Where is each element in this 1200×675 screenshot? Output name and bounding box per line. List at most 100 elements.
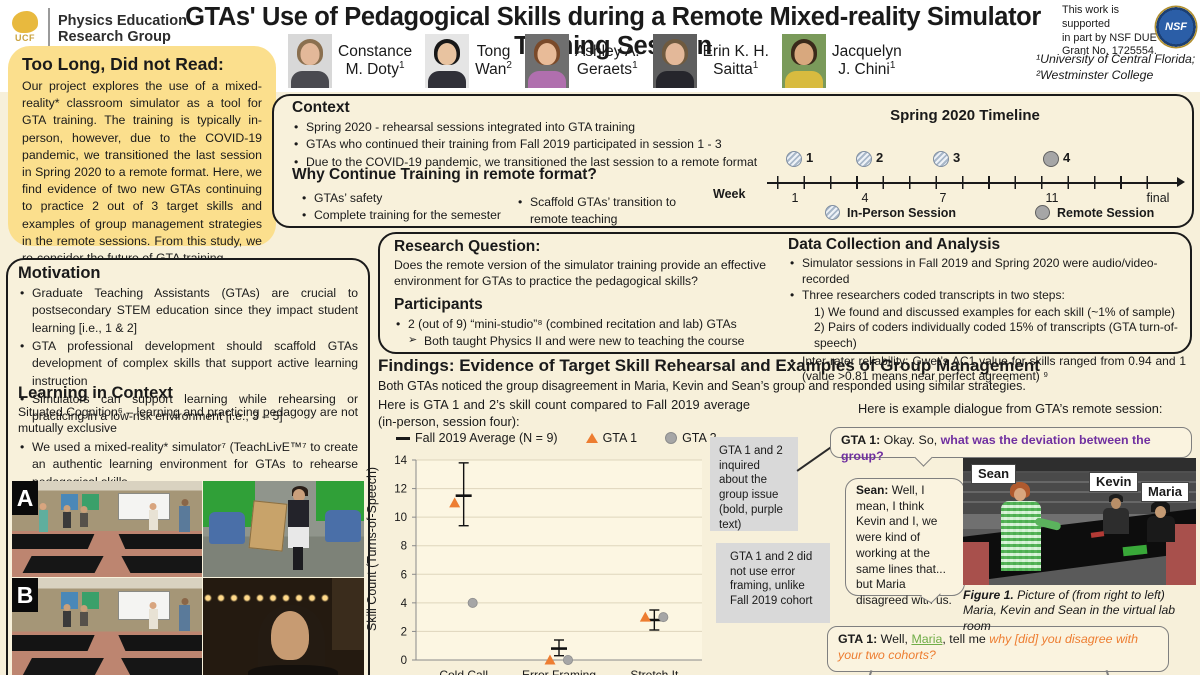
participants-bullet: 2 (out of 9) “mini-studio”⁸ (combined re… bbox=[394, 316, 774, 333]
funding-note: This work is supported in part by NSF DU… bbox=[1062, 4, 1166, 59]
session-number: 2 bbox=[876, 150, 883, 165]
svg-text:Cold Call: Cold Call bbox=[439, 668, 488, 675]
panel-row-a: A bbox=[12, 481, 364, 577]
svg-text:6: 6 bbox=[401, 569, 407, 581]
tldr-box: Too Long, Did not Read: Our project expl… bbox=[8, 46, 276, 246]
why-remote-section: Why Continue Training in remote format? bbox=[292, 166, 762, 184]
why-bullet: Scaffold GTAs’ transition to remote teac… bbox=[516, 194, 701, 229]
context-section: Context Spring 2020 - rehearsal sessions… bbox=[292, 99, 762, 171]
ucf-abbr: UCF bbox=[15, 33, 35, 43]
participants-heading: Participants bbox=[394, 296, 774, 314]
svg-text:0: 0 bbox=[401, 655, 407, 667]
research-question-section: Research Question: Does the remote versi… bbox=[394, 238, 766, 290]
week-tick-label: 7 bbox=[940, 191, 947, 205]
timeline-title: Spring 2020 Timeline bbox=[755, 107, 1175, 124]
affiliations: ¹University of Central Florida; ²Westmin… bbox=[1036, 52, 1198, 84]
session-number: 4 bbox=[1063, 150, 1070, 165]
data-collection-heading: Data Collection and Analysis bbox=[788, 236, 1186, 254]
in-person-legend-icon bbox=[825, 205, 840, 220]
in-person-session-marker bbox=[856, 151, 872, 167]
gta1-speech-bubble-1: GTA 1: Okay. So, what was the deviation … bbox=[830, 427, 1192, 458]
virtual-classroom-image bbox=[12, 481, 202, 577]
author-doty: ConstanceM. Doty1 bbox=[288, 34, 412, 88]
why-remote-col1: GTAs’ safety Complete training for the s… bbox=[300, 190, 515, 225]
week-tick-label: 4 bbox=[862, 191, 869, 205]
motivation-bullet: GTA professional development should scaf… bbox=[18, 338, 358, 390]
panel-a-label: A bbox=[12, 481, 38, 515]
week-tick-label: final bbox=[1147, 191, 1170, 205]
participants-section: Participants 2 (out of 9) “mini-studio”⁸… bbox=[394, 296, 774, 350]
svg-text:8: 8 bbox=[401, 541, 407, 553]
mean-dash-icon bbox=[396, 437, 410, 440]
legend-fall-average: Fall 2019 Average (N = 9) bbox=[396, 431, 558, 445]
author-photo bbox=[288, 34, 332, 88]
context-bullet: GTAs who continued their training from F… bbox=[292, 136, 762, 153]
chart-y-axis-label: Skill Count (Turns-of-Speech) bbox=[365, 439, 379, 659]
why-bullet: GTAs’ safety bbox=[300, 190, 515, 207]
legend-remote: Remote Session bbox=[1035, 205, 1154, 220]
chart-legend: Fall 2019 Average (N = 9) GTA 1 GTA 2 bbox=[396, 431, 717, 445]
svg-text:Error Framing: Error Framing bbox=[522, 668, 596, 675]
motivation-heading: Motivation bbox=[18, 264, 358, 283]
learning-body: Situated Cognition⁶ – learning and pract… bbox=[18, 404, 358, 437]
remote-legend-icon bbox=[1035, 205, 1050, 220]
learning-heading: Learning in Context bbox=[18, 384, 358, 403]
legend-gta1: GTA 1 bbox=[586, 431, 638, 445]
author-photo bbox=[653, 34, 697, 88]
legend-gta2: GTA 2 bbox=[665, 431, 717, 445]
label-sean: Sean bbox=[971, 464, 1016, 484]
in-person-session-marker bbox=[786, 151, 802, 167]
perg-logo: UCF Physics Education Research Group bbox=[10, 8, 187, 50]
bubble-tail bbox=[914, 448, 932, 466]
week-tick-label: 11 bbox=[1046, 191, 1059, 205]
timeline-axis bbox=[767, 182, 1179, 184]
virtual-lab-figure: Sean Kevin Maria bbox=[963, 458, 1196, 585]
timeline-axis-arrow bbox=[1177, 177, 1185, 187]
svg-text:12: 12 bbox=[394, 484, 407, 496]
learning-in-context-section: Learning in Context Situated Cognition⁶ … bbox=[18, 384, 358, 491]
ucf-pegasus-icon: UCF bbox=[10, 11, 40, 47]
chart-intro: Here is GTA 1 and 2’s skill count compar… bbox=[378, 397, 750, 430]
author-saitta: Erin K. H.Saitta1 bbox=[653, 34, 769, 88]
data-collection-bullet: Three researchers coded transcripts in t… bbox=[788, 288, 1186, 304]
logo-divider bbox=[48, 8, 50, 50]
why-remote-col2: Scaffold GTAs’ transition to remote teac… bbox=[516, 194, 701, 229]
remote-session-marker bbox=[1043, 151, 1059, 167]
dialogue-intro: Here is example dialogue from GTA’s remo… bbox=[858, 401, 1188, 416]
svg-text:4: 4 bbox=[401, 598, 408, 610]
week-axis-label: Week bbox=[713, 187, 745, 201]
tldr-body: Our project explores the use of a mixed-… bbox=[22, 78, 262, 267]
author-list: ConstanceM. Doty1 TongWan2 Ashley A.Gera… bbox=[288, 34, 902, 88]
author-photo bbox=[425, 34, 469, 88]
figure-caption: Figure 1. Picture of (from right to left… bbox=[963, 588, 1198, 634]
label-maria: Maria bbox=[1141, 482, 1189, 502]
org-name: Physics Education Research Group bbox=[58, 13, 187, 45]
label-kevin: Kevin bbox=[1089, 472, 1138, 492]
context-heading: Context bbox=[292, 99, 762, 117]
findings-subtext: Both GTAs noticed the group disagreement… bbox=[378, 379, 1078, 393]
why-bullet: Complete training for the semester bbox=[300, 207, 515, 224]
week-tick-label: 1 bbox=[792, 191, 799, 205]
callout-inquired: GTA 1 and 2 inquired about the group iss… bbox=[710, 437, 798, 531]
author-geraets: Ashley A.Geraets1 bbox=[525, 34, 640, 88]
nsf-logo-icon: NSF bbox=[1156, 7, 1196, 47]
panel-row-b: B bbox=[12, 578, 364, 675]
legend-in-person: In-Person Session bbox=[825, 205, 956, 220]
coding-step: 2) Pairs of coders individually coded 15… bbox=[788, 320, 1186, 351]
research-question-heading: Research Question: bbox=[394, 238, 766, 256]
why-remote-heading: Why Continue Training in remote format? bbox=[292, 166, 762, 184]
session-number: 3 bbox=[953, 150, 960, 165]
svg-text:2: 2 bbox=[401, 626, 407, 638]
tldr-heading: Too Long, Did not Read: bbox=[22, 54, 262, 75]
skill-count-chart: 02468101214Cold CallError FramingStretch… bbox=[378, 446, 708, 675]
sean-speech-bubble: Sean: Well, I mean, I think Kevin and I,… bbox=[845, 478, 965, 596]
in-person-session-marker bbox=[933, 151, 949, 167]
author-photo bbox=[525, 34, 569, 88]
participants-subbullet: Both taught Physics II and were new to t… bbox=[394, 333, 774, 349]
author-chini: JacquelynJ. Chini1 bbox=[782, 34, 902, 88]
context-bullet: Spring 2020 - rehearsal sessions integra… bbox=[292, 119, 762, 136]
motivation-bullet: Graduate Teaching Assistants (GTAs) are … bbox=[18, 285, 358, 337]
svg-text:14: 14 bbox=[394, 455, 407, 467]
poster-root: UCF Physics Education Research Group GTA… bbox=[0, 0, 1200, 675]
circle-marker-icon bbox=[665, 432, 677, 444]
